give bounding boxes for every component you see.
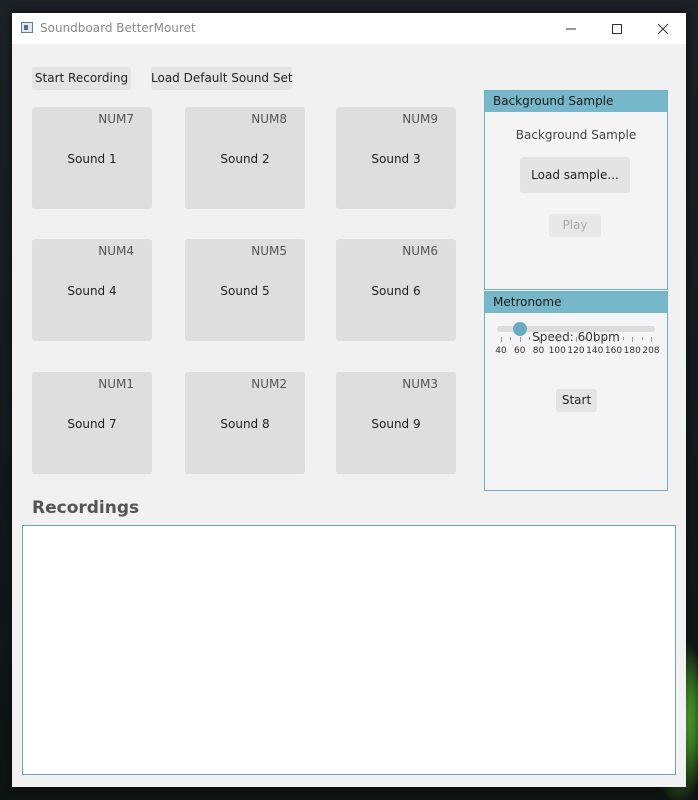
slider-tick xyxy=(501,337,502,342)
slider-tick xyxy=(585,337,587,340)
pad-sound-label: Sound 3 xyxy=(371,152,421,166)
load-default-sound-set-button[interactable]: Load Default Sound Set xyxy=(151,67,293,90)
maximize-button[interactable] xyxy=(594,13,640,44)
pad-key-label: NUM8 xyxy=(251,112,287,126)
load-sample-button[interactable]: Load sample... xyxy=(520,157,630,193)
pad-key-label: NUM9 xyxy=(402,112,438,126)
metronome-start-button[interactable]: Start xyxy=(556,389,597,412)
slider-tick xyxy=(529,337,531,340)
maximize-icon xyxy=(612,24,622,34)
close-icon xyxy=(657,23,669,35)
pad-key-label: NUM1 xyxy=(98,377,134,391)
app-window: Soundboard BetterMouret Start Recording … xyxy=(12,13,686,787)
pad-sound-label: Sound 9 xyxy=(371,417,421,431)
slider-tick xyxy=(622,337,624,340)
slider-tick xyxy=(538,337,540,342)
recordings-list[interactable] xyxy=(22,525,676,775)
pad-key-label: NUM6 xyxy=(402,244,438,258)
recordings-title: Recordings xyxy=(32,498,140,518)
slider-tick xyxy=(604,337,606,340)
slider-tick xyxy=(557,337,559,342)
slider-tick xyxy=(566,337,568,340)
slider-tick xyxy=(576,337,577,342)
slider-tick xyxy=(641,337,643,340)
sound-pad[interactable]: NUM3 Sound 9 xyxy=(336,372,456,474)
sound-pad[interactable]: NUM7 Sound 1 xyxy=(32,107,152,209)
metronome-panel: Metronome Speed: 60bpm 40 60 80 100 120 140 16… xyxy=(484,291,668,491)
pad-key-label: NUM4 xyxy=(98,244,134,258)
pad-key-label: NUM7 xyxy=(98,112,134,126)
sound-pad[interactable]: NUM1 Sound 7 xyxy=(32,372,152,474)
pad-key-label: NUM3 xyxy=(402,377,438,391)
title-bar: Soundboard BetterMouret xyxy=(12,13,686,44)
slider-tick xyxy=(594,337,596,342)
play-button[interactable]: Play xyxy=(549,214,601,237)
slider-tick xyxy=(651,337,652,342)
sound-pad[interactable]: NUM2 Sound 8 xyxy=(185,372,305,474)
app-icon xyxy=(21,22,33,33)
slider-tick xyxy=(613,337,615,342)
sound-pad[interactable]: NUM5 Sound 5 xyxy=(185,239,305,341)
slider-tick-label: 208 xyxy=(642,346,660,356)
pad-sound-label: Sound 6 xyxy=(371,284,421,298)
background-sample-panel: Background Sample Background Sample Load… xyxy=(484,90,668,290)
pad-key-label: NUM2 xyxy=(251,377,287,391)
window-title: Soundboard BetterMouret xyxy=(40,21,196,35)
slider-tick xyxy=(632,337,634,342)
pad-sound-label: Sound 4 xyxy=(67,284,117,298)
sound-pad[interactable]: NUM9 Sound 3 xyxy=(336,107,456,209)
minimize-icon xyxy=(566,28,576,30)
slider-tick xyxy=(547,337,549,340)
close-button[interactable] xyxy=(640,13,686,44)
sound-pad[interactable]: NUM6 Sound 6 xyxy=(336,239,456,341)
pad-sound-label: Sound 1 xyxy=(67,152,117,166)
start-recording-button[interactable]: Start Recording xyxy=(32,67,131,90)
pad-sound-label: Sound 8 xyxy=(220,417,270,431)
sound-pad[interactable]: NUM8 Sound 2 xyxy=(185,107,305,209)
pad-sound-label: Sound 2 xyxy=(220,152,270,166)
background-sample-label: Background Sample xyxy=(515,128,637,142)
sound-pad[interactable]: NUM4 Sound 4 xyxy=(32,239,152,341)
slider-tick xyxy=(510,337,512,340)
slider-tick xyxy=(519,337,521,342)
pad-sound-label: Sound 5 xyxy=(220,284,270,298)
metronome-header: Metronome xyxy=(485,292,667,313)
minimize-button[interactable] xyxy=(548,13,594,44)
bpm-slider-thumb[interactable] xyxy=(512,322,527,336)
pad-sound-label: Sound 7 xyxy=(67,417,117,431)
pad-key-label: NUM5 xyxy=(251,244,287,258)
background-sample-header: Background Sample xyxy=(485,91,667,112)
